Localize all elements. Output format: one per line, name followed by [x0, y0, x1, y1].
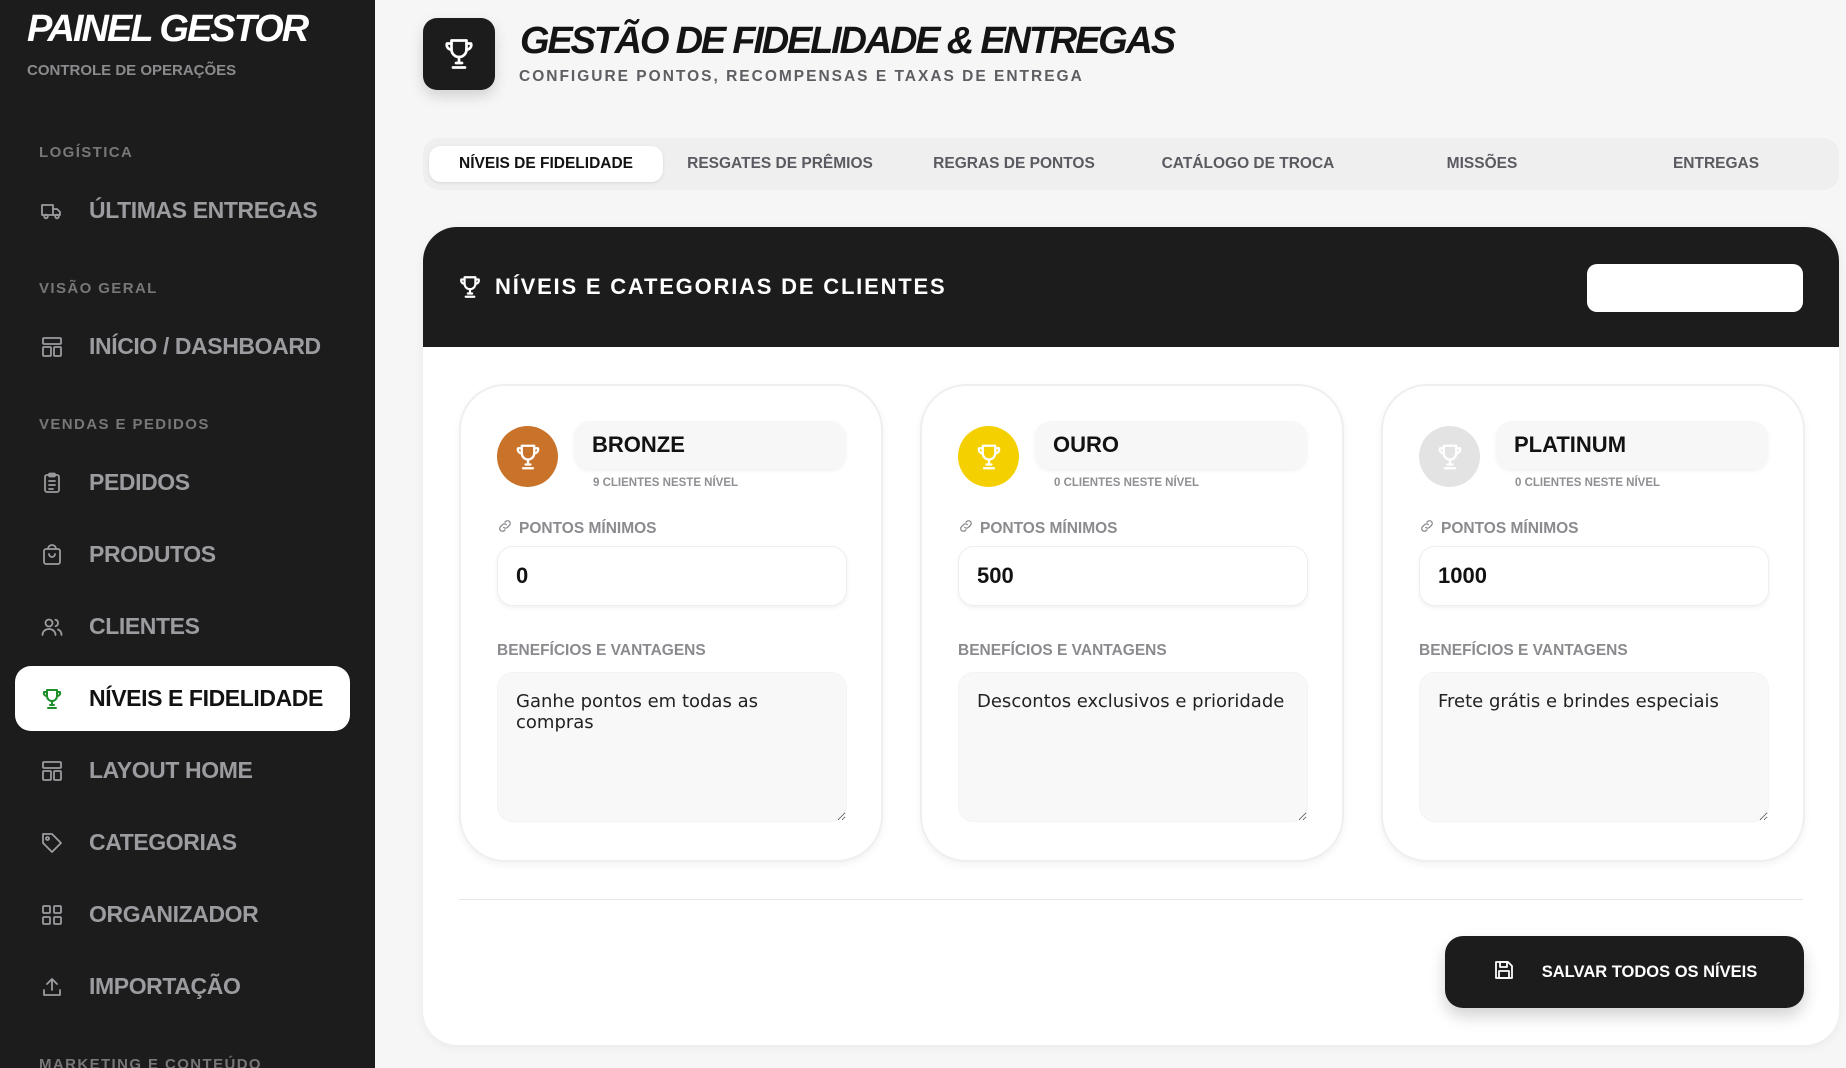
sidebar-item-pedidos[interactable]: PEDIDOS: [15, 450, 350, 515]
min-points-input[interactable]: [958, 546, 1308, 606]
trophy-icon: [497, 426, 558, 487]
card-header: NÍVEIS E CATEGORIAS DE CLIENTES: [423, 227, 1839, 347]
points-label-text: PONTOS MÍNIMOS: [980, 519, 1118, 537]
level-card-platinum: PLATINUM 0 CLIENTES NESTE NÍVEL PONTOS M…: [1381, 384, 1805, 862]
tab-resgates-premios[interactable]: RESGATES DE PRÊMIOS: [663, 146, 897, 182]
sidebar-item-clientes[interactable]: CLIENTES: [15, 594, 350, 659]
sidebar-item-label: ÚLTIMAS ENTREGAS: [89, 197, 318, 223]
benefits-textarea[interactable]: Frete grátis e brindes especiais: [1419, 672, 1769, 822]
header-action-button[interactable]: [1587, 264, 1803, 312]
divider: [459, 899, 1803, 900]
min-points-input[interactable]: [497, 546, 847, 606]
sidebar-item-label: LAYOUT HOME: [89, 757, 253, 783]
min-points-input[interactable]: [1419, 546, 1769, 606]
clipboard-icon: [39, 470, 65, 496]
brand-subtitle: CONTROLE DE OPERAÇÕES: [27, 62, 237, 79]
sidebar-item-label: NÍVEIS E FIDELIDADE: [89, 685, 323, 711]
save-all-levels-button[interactable]: SALVAR TODOS OS NÍVEIS: [1445, 936, 1804, 1008]
tag-icon: [39, 830, 65, 856]
sidebar-item-organizador[interactable]: ORGANIZADOR: [15, 882, 350, 947]
level-client-count: 0 CLIENTES NESTE NÍVEL: [1054, 477, 1200, 489]
layout-icon: [39, 334, 65, 360]
sidebar-item-dashboard[interactable]: INÍCIO / DASHBOARD: [15, 314, 350, 379]
section-label-visao-geral: VISÃO GERAL: [39, 280, 158, 297]
grid-icon: [39, 902, 65, 928]
trophy-icon: [39, 686, 65, 712]
link-icon: [1419, 518, 1435, 539]
level-name-field[interactable]: BRONZE: [574, 421, 846, 469]
level-client-count: 9 CLIENTES NESTE NÍVEL: [593, 477, 739, 489]
users-icon: [39, 614, 65, 640]
sidebar-item-ultimas-entregas[interactable]: ÚLTIMAS ENTREGAS: [15, 178, 350, 243]
page-subtitle: CONFIGURE PONTOS, RECOMPENSAS E TAXAS DE…: [519, 68, 1084, 85]
sidebar-item-label: CLIENTES: [89, 613, 200, 639]
truck-icon: [39, 198, 65, 224]
page-title: GESTÃO DE FIDELIDADE & ENTREGAS: [520, 20, 1176, 62]
link-icon: [958, 518, 974, 539]
level-client-count: 0 CLIENTES NESTE NÍVEL: [1515, 477, 1661, 489]
sidebar-item-label: IMPORTAÇÃO: [89, 973, 241, 999]
sidebar-item-label: CATEGORIAS: [89, 829, 237, 855]
tab-entregas[interactable]: ENTREGAS: [1599, 146, 1833, 182]
section-label-vendas: VENDAS E PEDIDOS: [39, 416, 210, 433]
benefits-label: BENEFÍCIOS E VANTAGENS: [1419, 642, 1628, 659]
upload-icon: [39, 974, 65, 1000]
levels-card: NÍVEIS E CATEGORIAS DE CLIENTES BRONZE 9…: [423, 227, 1839, 1045]
points-label-text: PONTOS MÍNIMOS: [1441, 519, 1579, 537]
trophy-icon: [958, 426, 1019, 487]
tab-bar: NÍVEIS DE FIDELIDADE RESGATES DE PRÊMIOS…: [423, 138, 1839, 190]
card-title: NÍVEIS E CATEGORIAS DE CLIENTES: [495, 274, 947, 299]
brand-logo: PAINEL GESTOR: [27, 8, 309, 50]
level-name-field[interactable]: OURO: [1035, 421, 1307, 469]
sidebar-item-produtos[interactable]: PRODUTOS: [15, 522, 350, 587]
benefits-label: BENEFÍCIOS E VANTAGENS: [497, 642, 706, 659]
section-label-marketing: MARKETING E CONTEÚDO: [39, 1056, 262, 1068]
points-label: PONTOS MÍNIMOS: [497, 518, 657, 539]
sidebar-item-label: PRODUTOS: [89, 541, 216, 567]
benefits-label: BENEFÍCIOS E VANTAGENS: [958, 642, 1167, 659]
shopping-bag-icon: [39, 542, 65, 568]
points-label: PONTOS MÍNIMOS: [1419, 518, 1579, 539]
section-label-logistica: LOGÍSTICA: [39, 144, 134, 161]
level-card-ouro: OURO 0 CLIENTES NESTE NÍVEL PONTOS MÍNIM…: [920, 384, 1344, 862]
sidebar-item-layout-home[interactable]: LAYOUT HOME: [15, 738, 350, 803]
sidebar-item-label: INÍCIO / DASHBOARD: [89, 333, 321, 359]
level-card-bronze: BRONZE 9 CLIENTES NESTE NÍVEL PONTOS MÍN…: [459, 384, 883, 862]
tab-niveis-fidelidade[interactable]: NÍVEIS DE FIDELIDADE: [429, 146, 663, 182]
sidebar-item-importacao[interactable]: IMPORTAÇÃO: [15, 954, 350, 1019]
tab-catalogo-troca[interactable]: CATÁLOGO DE TROCA: [1131, 146, 1365, 182]
points-label: PONTOS MÍNIMOS: [958, 518, 1118, 539]
sidebar-item-niveis-fidelidade[interactable]: NÍVEIS E FIDELIDADE: [15, 666, 350, 731]
save-button-label: SALVAR TODOS OS NÍVEIS: [1541, 962, 1758, 981]
trophy-icon: [1419, 426, 1480, 487]
sidebar: PAINEL GESTOR CONTROLE DE OPERAÇÕES LOGÍ…: [0, 0, 375, 1068]
tab-regras-pontos[interactable]: REGRAS DE PONTOS: [897, 146, 1131, 182]
sidebar-item-label: PEDIDOS: [89, 469, 190, 495]
level-name-field[interactable]: PLATINUM: [1496, 421, 1768, 469]
benefits-textarea[interactable]: Descontos exclusivos e prioridade: [958, 672, 1308, 822]
trophy-icon: [423, 18, 495, 90]
benefits-textarea[interactable]: Ganhe pontos em todas as compras: [497, 672, 847, 822]
layout-icon: [39, 758, 65, 784]
save-icon: [1492, 958, 1516, 987]
sidebar-item-categorias[interactable]: CATEGORIAS: [15, 810, 350, 875]
points-label-text: PONTOS MÍNIMOS: [519, 519, 657, 537]
link-icon: [497, 518, 513, 539]
tab-missoes[interactable]: MISSÕES: [1365, 146, 1599, 182]
sidebar-item-label: ORGANIZADOR: [89, 901, 259, 927]
trophy-icon: [457, 274, 483, 305]
